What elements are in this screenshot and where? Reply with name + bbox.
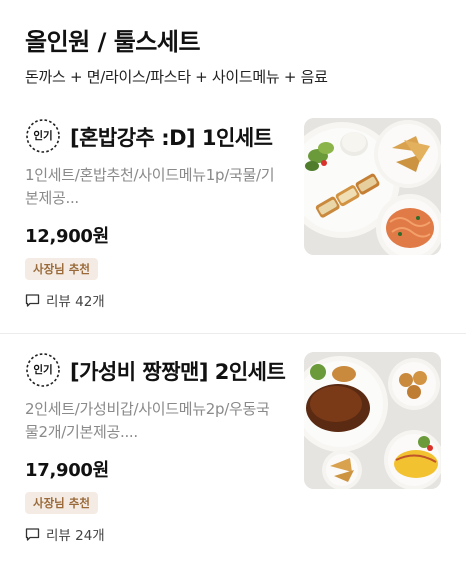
menu-item[interactable]: 인기 [혼밥강추 :D] 1인세트 1인세트/혼밥추천/사이드메뉴1p/국물/기… xyxy=(0,118,466,348)
item-price: 12,900원 xyxy=(25,226,109,247)
review-count-label: 리뷰 24개 xyxy=(46,528,105,544)
item-photo[interactable] xyxy=(304,118,441,255)
item-divider xyxy=(0,333,466,334)
owner-recommend-tag: 사장님 추천 xyxy=(25,492,98,514)
review-count[interactable]: 리뷰 24개 xyxy=(25,524,105,544)
section-title: 올인원 / 툴스세트 xyxy=(25,28,201,56)
item-description: 2인세트/가성비갑/사이드메뉴2p/우동국 물2개/기본제공.... xyxy=(25,398,293,444)
popular-badge: 인기 xyxy=(25,352,61,388)
review-count-label: 리뷰 42개 xyxy=(46,294,105,310)
popular-badge-label: 인기 xyxy=(33,130,53,142)
review-count[interactable]: 리뷰 42개 xyxy=(25,290,105,310)
item-photo[interactable] xyxy=(304,352,441,489)
item-description-line: 본제공... xyxy=(25,189,79,207)
popular-badge: 인기 xyxy=(25,118,61,154)
item-description-line: 2인세트/가성비갑/사이드메뉴2p/우동국 xyxy=(25,400,270,418)
speech-bubble-icon xyxy=(25,527,40,541)
item-description-line: 물2개/기본제공.... xyxy=(25,423,138,441)
item-description: 1인세트/혼밥추천/사이드메뉴1p/국물/기 본제공... xyxy=(25,164,293,210)
item-name[interactable]: [혼밥강추 :D] 1인세트 xyxy=(70,122,273,152)
item-name[interactable]: [가성비 짱짱맨] 2인세트 xyxy=(70,356,286,386)
owner-recommend-tag: 사장님 추천 xyxy=(25,258,98,280)
popular-badge-label: 인기 xyxy=(33,364,53,376)
item-description-line: 1인세트/혼밥추천/사이드메뉴1p/국물/기 xyxy=(25,166,275,184)
food-photo-image xyxy=(304,118,441,255)
item-price: 17,900원 xyxy=(25,460,109,481)
menu-item[interactable]: 인기 [가성비 짱짱맨] 2인세트 2인세트/가성비갑/사이드메뉴2p/우동국 … xyxy=(0,352,466,582)
section-subtitle: 돈까스 + 면/라이스/파스타 + 사이드메뉴 + 음료 xyxy=(25,68,328,86)
food-photo-image xyxy=(304,352,441,489)
speech-bubble-icon xyxy=(25,293,40,307)
